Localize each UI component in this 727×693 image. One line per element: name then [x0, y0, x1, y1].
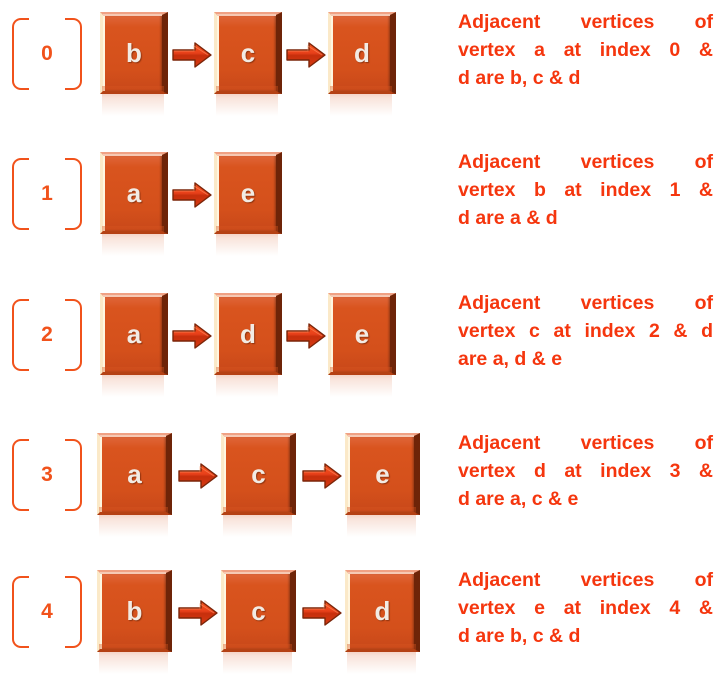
node-chain: b c d	[97, 558, 420, 693]
description-line: d are a, c & e	[458, 488, 579, 510]
index-bracket-group: 3	[8, 439, 86, 511]
description-line: Adjacent vertices of	[458, 292, 713, 314]
node-label: c	[240, 37, 256, 68]
node-reflection	[102, 226, 164, 256]
graph-node[interactable]: c	[214, 12, 282, 94]
adjacency-row: 4 b c d Adjacent vertices of vertex e at inde…	[0, 558, 727, 693]
graph-node[interactable]: e	[328, 293, 396, 375]
row-description: Adjacent vertices of vertex d at index 3 …	[458, 429, 713, 513]
index-bracket-group: 0	[8, 18, 86, 90]
adjacency-row: 3 a c e Adjacent vertices of vertex d at inde…	[0, 421, 727, 556]
node-reflection	[223, 507, 292, 537]
row-index-label: 0	[41, 42, 53, 65]
node-label: d	[240, 318, 256, 349]
node-label: a	[126, 318, 142, 349]
graph-node[interactable]: a	[100, 152, 168, 234]
row-description: Adjacent vertices of vertex e at index 4 …	[458, 566, 713, 650]
node-label: a	[126, 177, 142, 208]
description-line: Adjacent vertices of	[458, 11, 713, 33]
row-description: Adjacent vertices of vertex a at index 0 …	[458, 8, 713, 92]
description-line: vertex b at index 1 &	[458, 179, 713, 201]
node-chain: ade	[100, 281, 396, 416]
node-label: a	[127, 458, 142, 489]
row-index-label: 1	[41, 182, 53, 205]
node-reflection	[330, 367, 392, 397]
adjacency-row: 0 b c d Adjacent vertices of vertex a at inde…	[0, 0, 727, 135]
node-label: c	[251, 595, 266, 626]
right-arrow-icon	[171, 40, 213, 70]
node-reflection	[102, 367, 164, 397]
right-arrow-icon	[171, 321, 213, 351]
description-line: vertex c at index 2 & d	[458, 320, 713, 342]
row-description: Adjacent vertices of vertex c at index 2 …	[458, 289, 713, 373]
description-line: Adjacent vertices of	[458, 432, 713, 454]
graph-node[interactable]: a	[97, 433, 172, 515]
graph-node[interactable]: e	[345, 433, 420, 515]
node-chain: ace	[97, 421, 420, 556]
node-reflection	[216, 226, 278, 256]
description-line: vertex d at index 3 &	[458, 460, 713, 482]
node-reflection	[99, 507, 168, 537]
index-bracket-group: 4	[8, 576, 86, 648]
node-reflection	[223, 644, 292, 674]
right-arrow-icon	[300, 461, 344, 491]
adjacency-row: 1 a e Adjacent vertices of vertex b at index…	[0, 140, 727, 275]
description-line: vertex a at index 0 &	[458, 39, 713, 61]
description-line: Adjacent vertices of	[458, 569, 713, 591]
index-bracket-group: 1	[8, 158, 86, 230]
node-reflection	[102, 86, 164, 116]
graph-node[interactable]: d	[345, 570, 420, 652]
description-line: d are b, c & d	[458, 625, 581, 647]
row-index-label: 4	[41, 600, 53, 623]
row-index-label: 3	[41, 463, 53, 486]
index-bracket-group: 2	[8, 299, 86, 371]
right-arrow-icon	[300, 598, 344, 628]
row-index-label: 2	[41, 323, 53, 346]
node-label: b	[126, 37, 142, 68]
node-reflection	[347, 644, 416, 674]
description-line: d are b, c & d	[458, 67, 581, 89]
node-label: d	[374, 595, 391, 626]
graph-node[interactable]: c	[221, 570, 296, 652]
description-line: Adjacent vertices of	[458, 151, 713, 173]
description-line: vertex e at index 4 &	[458, 597, 713, 619]
row-description: Adjacent vertices of vertex b at index 1 …	[458, 148, 713, 232]
node-label: e	[354, 318, 370, 349]
graph-node[interactable]: b	[100, 12, 168, 94]
node-reflection	[216, 367, 278, 397]
description-line: d are a & d	[458, 207, 558, 229]
node-reflection	[330, 86, 392, 116]
graph-node[interactable]: e	[214, 152, 282, 234]
node-label: d	[354, 37, 370, 68]
node-reflection	[216, 86, 278, 116]
right-arrow-icon	[285, 40, 327, 70]
node-reflection	[99, 644, 168, 674]
description-line: are a, d & e	[458, 348, 563, 370]
node-chain: b c d	[100, 0, 396, 135]
node-label: e	[240, 177, 256, 208]
graph-node[interactable]: c	[221, 433, 296, 515]
adjacency-row: 2 a d e Adjacent vertices of vertex c at inde…	[0, 281, 727, 416]
graph-node[interactable]: b	[97, 570, 172, 652]
right-arrow-icon	[176, 598, 220, 628]
node-label: e	[375, 458, 390, 489]
node-label: c	[251, 458, 266, 489]
right-arrow-icon	[285, 321, 327, 351]
node-label: b	[126, 595, 143, 626]
node-reflection	[347, 507, 416, 537]
graph-node[interactable]: d	[328, 12, 396, 94]
graph-node[interactable]: d	[214, 293, 282, 375]
right-arrow-icon	[171, 180, 213, 210]
node-chain: ae	[100, 140, 282, 275]
graph-node[interactable]: a	[100, 293, 168, 375]
right-arrow-icon	[176, 461, 220, 491]
